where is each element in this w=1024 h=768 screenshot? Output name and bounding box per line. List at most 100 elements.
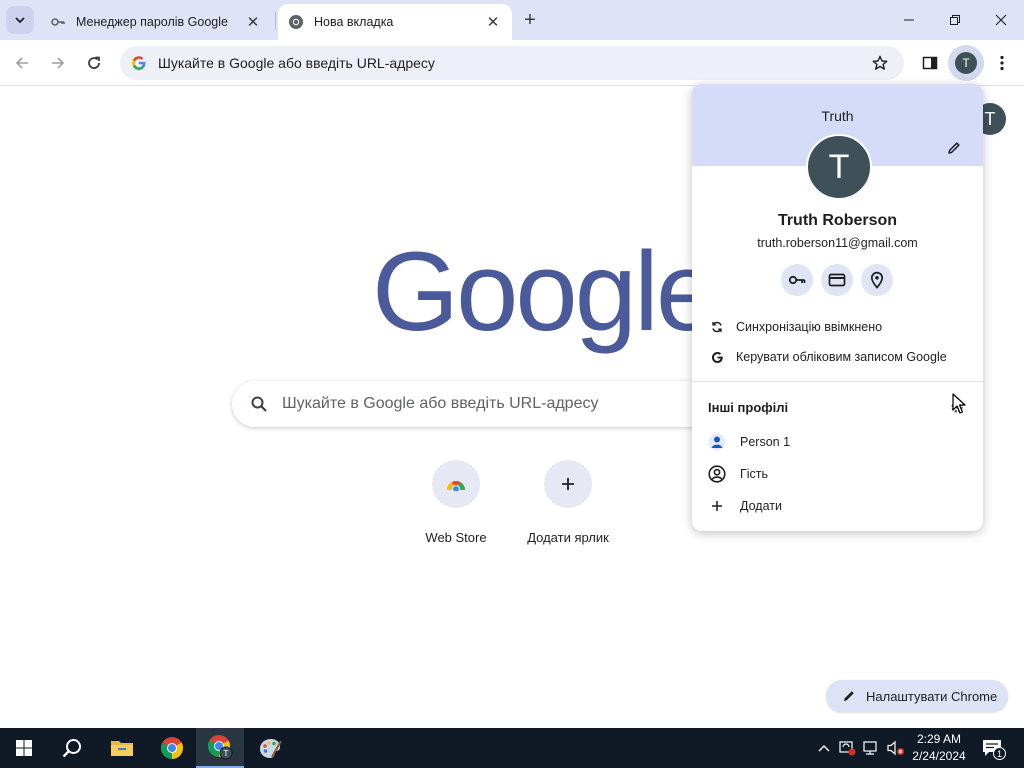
restore-icon	[950, 15, 960, 25]
more-vert-icon	[1000, 55, 1004, 71]
tab-strip: Менеджер паролів Google ✕ Нова вкладка ✕…	[0, 0, 1024, 40]
minimize-button[interactable]	[886, 0, 932, 40]
profile-header-name: Truth	[821, 108, 854, 124]
show-hidden-icons-button[interactable]	[814, 738, 834, 758]
notification-badge: 1	[993, 747, 1006, 760]
arrow-right-icon	[52, 57, 65, 69]
sync-label: Синхронізацію ввімкнено	[736, 320, 883, 334]
tab-close-button[interactable]: ✕	[244, 13, 262, 31]
pencil-icon	[948, 142, 960, 154]
chrome-icon	[161, 737, 183, 759]
reload-button[interactable]	[80, 49, 108, 77]
card-icon	[828, 273, 846, 287]
customize-label: Налаштувати Chrome	[866, 688, 998, 704]
taskbar-file-explorer[interactable]	[98, 728, 146, 768]
search-icon	[251, 396, 267, 412]
profile-button[interactable]: T	[948, 45, 984, 81]
mouse-cursor-icon	[952, 393, 966, 414]
edit-profile-button[interactable]	[944, 138, 964, 158]
shortcut-label: Web Store	[425, 530, 487, 545]
tab-search-button[interactable]	[6, 6, 34, 34]
tab-new-tab[interactable]: Нова вкладка ✕	[278, 4, 512, 40]
plus-icon	[708, 497, 726, 515]
side-panel-icon	[922, 56, 938, 70]
profile-menu: Truth T Truth Roberson truth.roberson11@…	[692, 84, 983, 531]
profile-item-add[interactable]: Додати	[708, 494, 782, 518]
taskbar-chrome-profile[interactable]: T	[196, 728, 244, 768]
manage-account-label: Керувати обліковим записом Google	[736, 350, 947, 364]
sync-status-row[interactable]: Синхронізацію ввімкнено	[708, 315, 882, 339]
close-window-button[interactable]	[978, 0, 1024, 40]
location-icon	[870, 271, 884, 289]
taskbar-chrome[interactable]	[148, 728, 196, 768]
tab-title: Нова вкладка	[314, 15, 394, 29]
profile-item-label: Person 1	[740, 435, 791, 449]
profile-item-label: Гість	[740, 467, 769, 481]
chevron-down-icon	[15, 17, 25, 24]
sync-icon	[708, 318, 726, 336]
notification-center-button[interactable]: 1	[980, 736, 1006, 760]
folder-icon	[111, 741, 133, 756]
taskbar-search-button[interactable]	[48, 728, 96, 768]
chrome-profile-icon: T	[208, 735, 233, 760]
key-icon	[50, 14, 66, 30]
address-bar-text: Шукайте в Google або введіть URL-адресу	[158, 55, 435, 71]
close-icon	[995, 14, 1007, 26]
pencil-icon	[842, 689, 856, 703]
tab-divider	[275, 12, 276, 30]
google-g-icon	[130, 54, 148, 72]
shortcut-web-store[interactable]: Web Store	[401, 458, 511, 545]
tab-title: Менеджер паролів Google	[76, 15, 228, 29]
side-panel-button[interactable]	[916, 49, 944, 77]
minimize-icon	[904, 19, 914, 21]
address-bar[interactable]: Шукайте в Google або введіть URL-адресу	[120, 46, 904, 80]
shortcut-label: Додати ярлик	[527, 530, 609, 545]
volume-muted-icon[interactable]	[886, 738, 906, 758]
customize-chrome-button[interactable]: Налаштувати Chrome	[826, 680, 1008, 712]
shortcut-add[interactable]: Додати ярлик	[513, 458, 623, 545]
profile-item-person-1[interactable]: Person 1	[708, 430, 790, 454]
clock-date: 2/24/2024	[912, 749, 966, 763]
avatar: T	[955, 52, 977, 74]
restore-button[interactable]	[932, 0, 978, 40]
tray-security-icon[interactable]	[838, 738, 858, 758]
system-clock[interactable]: 2:29 AM 2/24/2024	[908, 731, 970, 765]
tab-password-manager[interactable]: Менеджер паролів Google ✕	[40, 4, 272, 40]
addresses-button[interactable]	[861, 264, 893, 296]
profile-avatar-large: T	[806, 134, 872, 200]
clock-time: 2:29 AM	[916, 732, 962, 746]
passwords-button[interactable]	[781, 264, 813, 296]
profile-email: truth.roberson11@gmail.com	[757, 236, 918, 250]
svg-text:T: T	[224, 749, 229, 758]
plus-icon	[562, 478, 574, 490]
start-button[interactable]	[0, 728, 48, 768]
shortcut-tile	[432, 460, 480, 508]
profile-item-guest[interactable]: Гість	[708, 462, 768, 486]
profile-item-label: Додати	[740, 499, 782, 513]
back-button[interactable]	[8, 49, 36, 77]
reload-icon	[88, 56, 100, 69]
bookmark-star-button[interactable]	[866, 49, 894, 77]
webstore-icon	[447, 481, 465, 491]
search-icon	[62, 739, 81, 758]
toolbar: Шукайте в Google або введіть URL-адресу …	[0, 40, 1024, 86]
network-icon[interactable]	[862, 738, 882, 758]
chrome-icon	[288, 14, 304, 30]
forward-button[interactable]	[44, 49, 72, 77]
windows-logo-icon	[16, 740, 32, 756]
google-logo: Google	[372, 229, 718, 354]
arrow-left-icon	[15, 57, 28, 69]
divider	[692, 381, 983, 382]
chevron-up-icon	[818, 745, 830, 752]
guest-icon	[708, 465, 726, 483]
payment-methods-button[interactable]	[821, 264, 853, 296]
manage-account-row[interactable]: Керувати обліковим записом Google	[708, 345, 947, 369]
taskbar: T 2:29 AM 2/24/2024 1	[0, 728, 1024, 768]
search-placeholder: Шукайте в Google або введіть URL-адресу	[282, 395, 599, 412]
tab-close-button[interactable]: ✕	[484, 13, 502, 31]
star-icon	[872, 55, 888, 70]
shortcut-tile	[544, 460, 592, 508]
taskbar-paint[interactable]	[246, 728, 294, 768]
chrome-menu-button[interactable]	[988, 49, 1016, 77]
new-tab-button[interactable]: +	[518, 8, 542, 32]
